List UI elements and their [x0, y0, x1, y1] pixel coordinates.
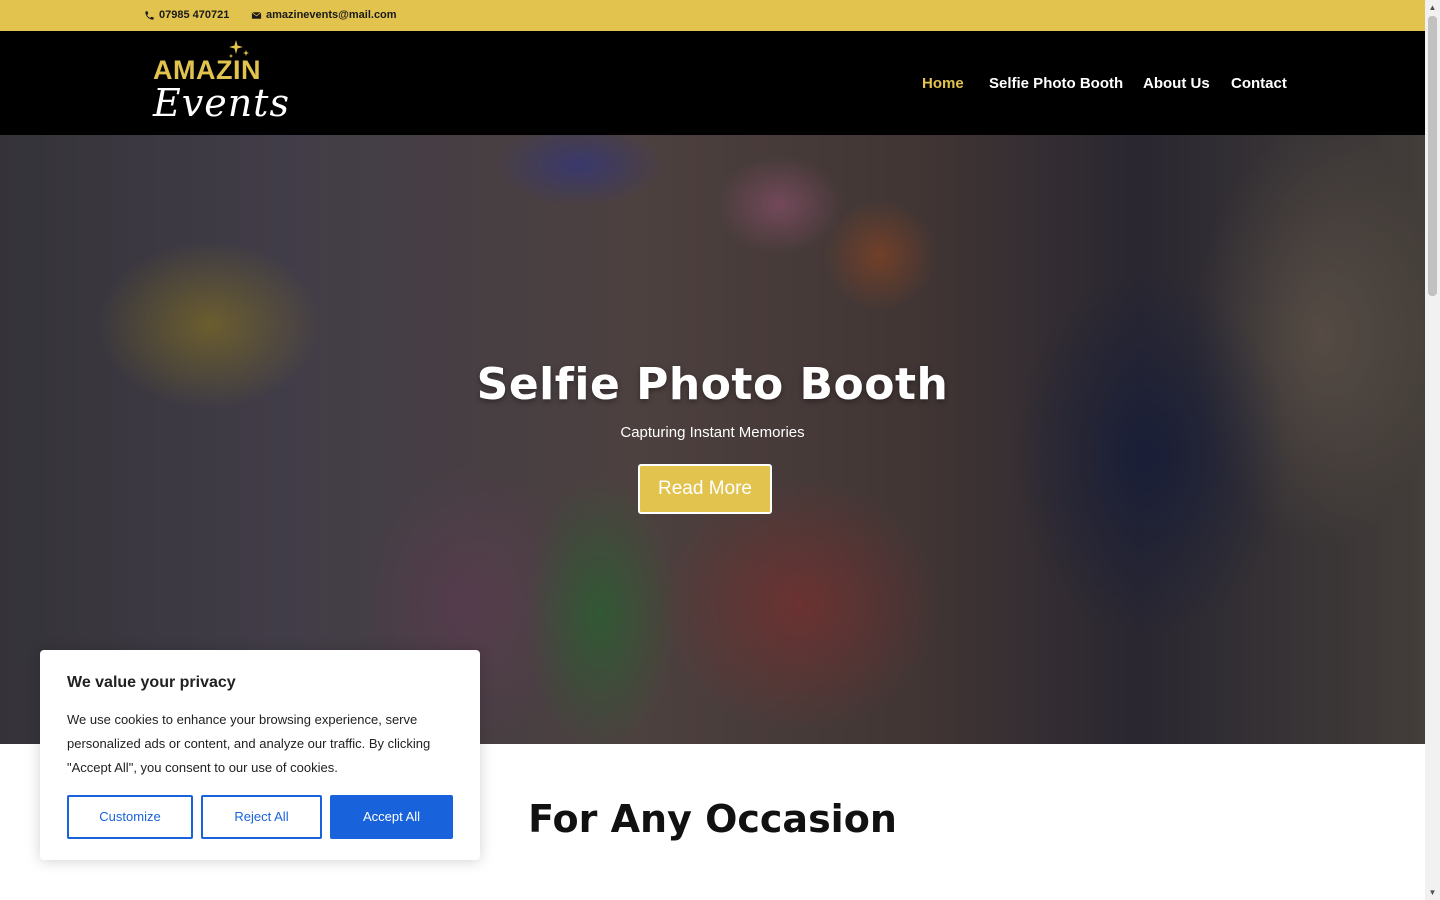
- hero-subtitle: Capturing Instant Memories: [620, 424, 805, 441]
- phone-icon: [145, 10, 154, 20]
- nav-item-about-us[interactable]: About Us: [1143, 75, 1210, 92]
- nav-item-contact[interactable]: Contact: [1231, 75, 1287, 92]
- email-address: amazinevents@mail.com: [266, 9, 397, 21]
- read-more-button[interactable]: Read More: [638, 464, 772, 514]
- phone-number: 07985 470721: [159, 9, 230, 21]
- hero-title: Selfie Photo Booth: [476, 359, 949, 410]
- customize-button[interactable]: Customize: [67, 795, 193, 839]
- phone-contact[interactable]: 07985 470721: [144, 9, 229, 21]
- scrollbar-thumb[interactable]: [1428, 16, 1437, 296]
- email-contact[interactable]: amazinevents@mail.com: [251, 9, 397, 21]
- cookie-title: We value your privacy: [67, 674, 236, 691]
- scroll-up-arrow-icon[interactable]: ▲: [1428, 3, 1437, 12]
- top-info-bar: 07985 470721 amazinevents@mail.com: [0, 0, 1425, 31]
- nav-item-selfie-photo-booth[interactable]: Selfie Photo Booth: [989, 75, 1123, 92]
- cookie-description: We use cookies to enhance your browsing …: [67, 712, 431, 775]
- site-logo[interactable]: AMAZIN Events: [152, 39, 289, 125]
- site-header: AMAZIN Events Home Selfie Photo Booth Ab…: [0, 31, 1425, 135]
- accept-all-button[interactable]: Accept All: [330, 795, 453, 839]
- page-scrollbar[interactable]: ▲ ▼: [1425, 0, 1440, 900]
- envelope-icon: [251, 11, 262, 19]
- cookie-consent-banner: We value your privacy We use cookies to …: [40, 650, 480, 860]
- logo-word-events: Events: [153, 81, 290, 125]
- reject-all-button[interactable]: Reject All: [201, 795, 322, 839]
- scroll-down-arrow-icon[interactable]: ▼: [1428, 888, 1437, 897]
- nav-item-home[interactable]: Home: [922, 75, 964, 92]
